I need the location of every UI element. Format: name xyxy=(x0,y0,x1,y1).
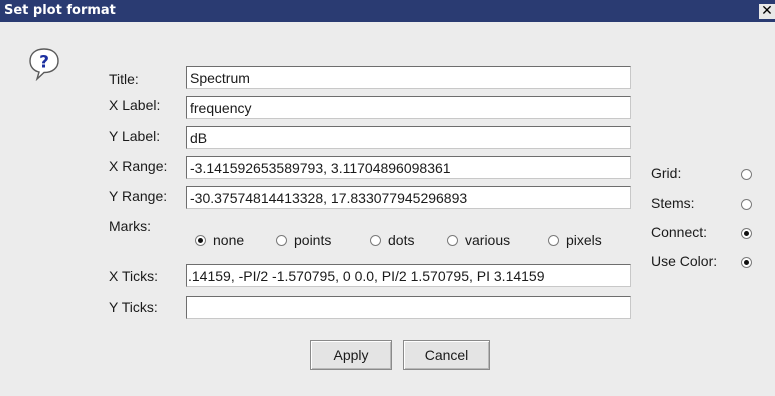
yrange-label: Y Range: xyxy=(109,188,168,204)
marks-option-none[interactable]: none xyxy=(195,231,244,249)
title-label: Title: xyxy=(109,71,139,87)
usecolor-radio[interactable] xyxy=(741,257,752,268)
stems-label: Stems: xyxy=(651,195,695,211)
radio-various[interactable] xyxy=(447,234,458,246)
marks-option-various[interactable]: various xyxy=(447,231,510,249)
radio-pixels[interactable] xyxy=(548,234,559,246)
apply-button[interactable]: Apply xyxy=(310,340,392,370)
yticks-field[interactable] xyxy=(186,296,631,319)
marks-dots-label: dots xyxy=(388,232,415,248)
connect-radio[interactable] xyxy=(741,228,752,239)
title-bar[interactable]: Set plot format ✕ xyxy=(0,0,775,22)
marks-option-pixels[interactable]: pixels xyxy=(548,231,602,249)
close-icon[interactable]: ✕ xyxy=(759,4,775,19)
grid-radio[interactable] xyxy=(741,169,752,180)
xticks-field[interactable] xyxy=(186,264,631,287)
marks-points-label: points xyxy=(294,232,332,248)
ylabel-field[interactable] xyxy=(186,126,631,149)
marks-none-label: none xyxy=(213,232,245,248)
radio-dots[interactable] xyxy=(370,234,381,246)
stems-radio[interactable] xyxy=(741,199,752,210)
question-glyph: ? xyxy=(39,53,49,73)
usecolor-label: Use Color: xyxy=(651,253,718,269)
grid-label: Grid: xyxy=(651,165,682,181)
marks-various-label: various xyxy=(465,232,511,248)
cancel-button[interactable]: Cancel xyxy=(403,340,490,370)
xrange-label: X Range: xyxy=(109,158,168,174)
yticks-label: Y Ticks: xyxy=(109,299,158,315)
radio-none[interactable] xyxy=(195,234,206,246)
xticks-label: X Ticks: xyxy=(109,268,159,284)
connect-label: Connect: xyxy=(651,224,708,240)
radio-points[interactable] xyxy=(276,234,287,246)
title-field[interactable] xyxy=(186,66,631,89)
marks-label: Marks: xyxy=(109,218,151,234)
xlabel-field[interactable] xyxy=(186,96,631,119)
xrange-field[interactable] xyxy=(186,156,631,179)
marks-option-points[interactable]: points xyxy=(276,231,331,249)
yrange-field[interactable] xyxy=(186,186,631,209)
window-title: Set plot format xyxy=(4,3,116,18)
marks-pixels-label: pixels xyxy=(566,232,602,248)
xlabel-label: X Label: xyxy=(109,97,161,113)
question-icon: ? xyxy=(29,48,59,81)
marks-option-dots[interactable]: dots xyxy=(370,231,414,249)
ylabel-label: Y Label: xyxy=(109,128,161,144)
